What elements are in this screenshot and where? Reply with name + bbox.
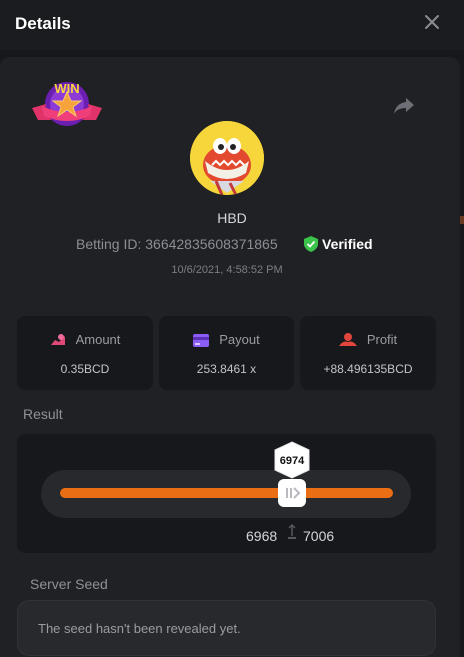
dialog-title: Details xyxy=(15,14,71,33)
close-icon[interactable] xyxy=(424,14,440,30)
win-badge-text: WIN xyxy=(54,81,79,96)
amount-value: 0.35BCD xyxy=(60,362,110,376)
payout-value: 253.8461 x xyxy=(196,362,257,376)
profit-icon xyxy=(338,333,357,346)
bet-datetime: 10/6/2021, 4:58:52 PM xyxy=(171,264,283,276)
slider-grip-icon xyxy=(286,487,301,499)
profit-label: Profit xyxy=(366,332,398,347)
win-badge: WIN xyxy=(32,81,102,126)
range-icon xyxy=(288,524,296,539)
share-icon[interactable] xyxy=(392,96,416,116)
server-seed-text: The seed hasn't been revealed yet. xyxy=(38,621,241,636)
dialog-header: Details xyxy=(0,0,464,50)
profit-value: +88.496135BCD xyxy=(323,362,413,376)
amount-label: Amount xyxy=(75,332,121,347)
result-label: Result xyxy=(23,406,63,422)
result-value: 6974 xyxy=(279,455,305,467)
payout-label: Payout xyxy=(219,332,260,347)
slider-handle[interactable] xyxy=(278,479,306,507)
amount-icon xyxy=(50,334,65,345)
payout-card-icon xyxy=(193,334,210,347)
slider-bar[interactable] xyxy=(60,488,393,498)
profit-card: Profit +88.496135BCD xyxy=(300,316,436,390)
amount-card: Amount 0.35BCD xyxy=(17,316,153,390)
verified-label: Verified xyxy=(322,236,373,252)
server-seed-label: Server Seed xyxy=(30,576,108,592)
dinosaur-avatar-icon xyxy=(190,121,264,195)
verified-shield-icon xyxy=(304,236,318,252)
payout-card: Payout 253.8461 x xyxy=(159,316,294,390)
range-low-value: 6968 xyxy=(246,528,278,544)
betting-id: Betting ID: 36642835608371865 xyxy=(76,236,278,252)
range-high-value: 7006 xyxy=(303,528,335,544)
avatar xyxy=(190,121,264,195)
player-name: HBD xyxy=(217,210,247,226)
